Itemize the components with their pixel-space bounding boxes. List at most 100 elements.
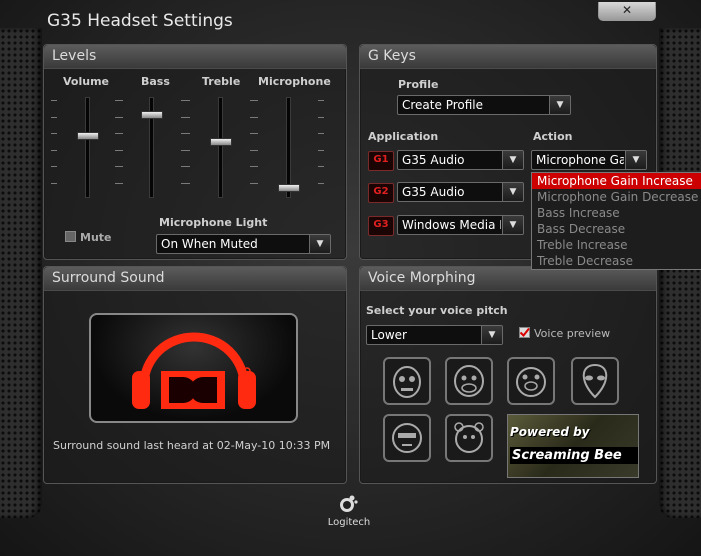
voice-face-4[interactable] (571, 357, 619, 405)
voice-preview-checkbox[interactable] (519, 327, 530, 338)
treble-slider-knob[interactable] (210, 137, 232, 146)
profile-dropdown[interactable]: Create Profile ▼ (397, 95, 571, 115)
slider-tick (318, 182, 324, 184)
action-option-2[interactable]: Microphone Gain Decrease (532, 189, 701, 205)
treble-label: Treble (202, 75, 241, 88)
g2-key-icon: G2 (368, 183, 394, 203)
monkey-face-icon (454, 365, 484, 397)
slider-tick (184, 100, 190, 101)
logo-text: Logitech (327, 517, 371, 528)
mic-light-value: On When Muted (161, 237, 258, 251)
slider-tick (115, 100, 121, 101)
profile-label: Profile (398, 78, 439, 91)
g1-application-dropdown[interactable]: G35 Audio ▼ (397, 150, 524, 170)
g2-application-value: G35 Audio (402, 185, 465, 199)
surround-status-text: Surround sound last heard at 02-May-10 1… (53, 439, 331, 452)
chevron-down-icon: ▼ (309, 235, 330, 253)
voice-face-6[interactable] (445, 414, 493, 462)
slider-tick (252, 149, 258, 151)
g1-key-icon: G1 (368, 151, 394, 171)
g1-application-value: G35 Audio (402, 153, 465, 167)
g2-application-dropdown[interactable]: G35 Audio ▼ (397, 182, 524, 202)
g1-action-value: Microphone Gain Increase (536, 153, 624, 167)
slider-tick (252, 100, 258, 101)
screaming-bee-badge[interactable]: Powered by Screaming Bee (507, 414, 639, 478)
g3-key-icon: G3 (368, 216, 394, 236)
slider-tick (184, 182, 190, 184)
microphone-slider-track[interactable] (286, 97, 291, 198)
slider-tick (51, 182, 57, 184)
action-option-3[interactable]: Bass Increase (532, 205, 701, 221)
microphone-slider-knob[interactable] (278, 184, 300, 193)
mute-label: Mute (80, 231, 112, 244)
profile-value: Create Profile (402, 98, 483, 112)
window-title: G35 Headset Settings (47, 11, 233, 31)
levels-header: Levels (44, 45, 346, 69)
g3-application-value: Windows Media Player (402, 218, 501, 232)
surround-header: Surround Sound (44, 267, 346, 291)
slider-tick (252, 166, 258, 167)
slider-tick (318, 149, 324, 151)
pitch-value: Lower (371, 328, 407, 342)
voice-face-3[interactable] (507, 357, 555, 405)
action-option-6[interactable]: Treble Decrease (532, 253, 701, 269)
cyborg-face-icon (392, 423, 422, 453)
slider-tick (318, 133, 324, 134)
chevron-down-icon: ▼ (502, 151, 523, 169)
bass-label: Bass (141, 75, 170, 88)
chevron-down-icon: ▼ (502, 216, 523, 234)
slider-tick (184, 149, 190, 151)
slider-tick (184, 116, 190, 118)
slider-tick (318, 166, 324, 167)
voice-face-1[interactable] (383, 357, 431, 405)
slider-tick (115, 166, 121, 167)
volume-label: Volume (63, 75, 109, 88)
logitech-icon (340, 495, 358, 512)
slider-tick (51, 166, 57, 167)
slider-tick (184, 166, 190, 167)
slider-tick (51, 116, 57, 118)
slider-tick (184, 133, 190, 134)
voice-header: Voice Morphing (360, 267, 656, 291)
mic-light-label: Microphone Light (159, 216, 268, 229)
robot-face-icon (393, 366, 421, 398)
dolby-headphone-button[interactable] (89, 313, 298, 423)
slider-tick (318, 116, 324, 118)
treble-slider-track[interactable] (218, 97, 223, 198)
mute-checkbox[interactable] (65, 231, 76, 242)
g3-application-dropdown[interactable]: Windows Media Player ▼ (397, 215, 524, 235)
slider-tick (51, 100, 57, 101)
check-icon (519, 327, 530, 338)
slider-tick (252, 133, 258, 134)
pig-face-icon (516, 367, 546, 397)
volume-slider-knob[interactable] (77, 131, 99, 140)
alien-face-icon (582, 363, 608, 399)
volume-slider-track[interactable] (85, 97, 90, 198)
voice-preview-label: Voice preview (534, 327, 611, 340)
chevron-down-icon: ▼ (625, 151, 646, 169)
voice-face-5[interactable] (383, 414, 431, 462)
slider-tick (115, 116, 121, 118)
voice-face-2[interactable] (445, 357, 493, 405)
pitch-dropdown[interactable]: Lower ▼ (366, 325, 503, 345)
pitch-label: Select your voice pitch (366, 304, 508, 317)
slider-tick (115, 133, 121, 134)
action-option-4[interactable]: Bass Decrease (532, 221, 701, 237)
action-options-menu: Microphone Gain Increase Microphone Gain … (531, 172, 701, 270)
chipmunk-face-icon (454, 422, 484, 453)
dolby-headphone-icon (132, 332, 256, 409)
bass-slider-knob[interactable] (141, 110, 163, 119)
action-option-1[interactable]: Microphone Gain Increase (532, 173, 701, 189)
slider-tick (115, 149, 121, 151)
close-button[interactable]: ✕ (598, 2, 656, 21)
slider-tick (252, 182, 258, 184)
action-option-5[interactable]: Treble Increase (532, 237, 701, 253)
chevron-down-icon: ▼ (549, 96, 570, 114)
slider-tick (51, 133, 57, 134)
close-icon: ✕ (621, 3, 633, 17)
settings-window: G35 Headset Settings ✕ Levels Volume Bas… (0, 0, 701, 556)
mic-light-dropdown[interactable]: On When Muted ▼ (156, 234, 331, 254)
right-speaker-grille (659, 28, 701, 518)
left-speaker-grille (0, 28, 42, 518)
g1-action-dropdown[interactable]: Microphone Gain Increase ▼ (531, 150, 647, 170)
